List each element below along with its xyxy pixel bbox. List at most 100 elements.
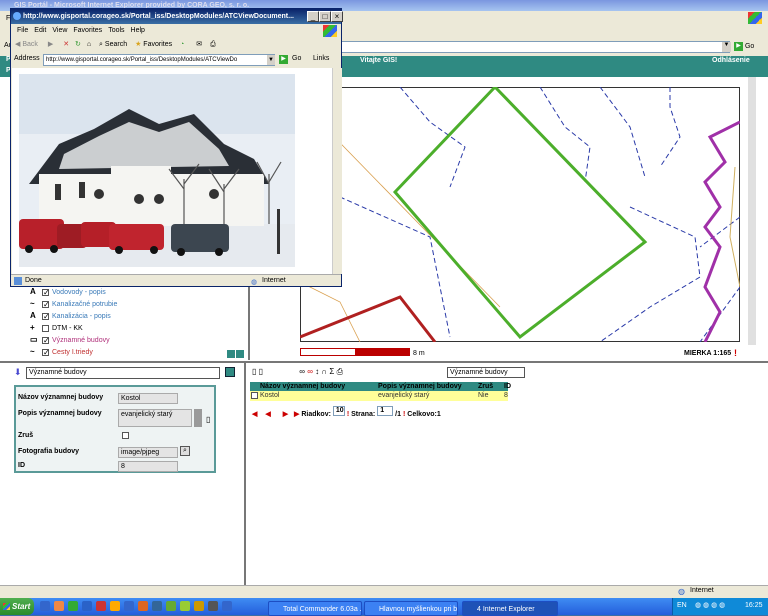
quick-launch-icon[interactable]	[138, 601, 148, 611]
layer-checkbox[interactable]	[42, 287, 50, 299]
popup-menu-file[interactable]: File	[17, 27, 28, 34]
pager-first-icon[interactable]: ◀	[252, 411, 257, 418]
quick-launch-icon[interactable]	[96, 601, 106, 611]
home-icon[interactable]: ⌂	[87, 41, 91, 48]
row-checkbox[interactable]	[251, 392, 258, 399]
layer-item[interactable]: A Kanalizácia - popis	[30, 310, 111, 323]
quick-launch-icon[interactable]	[40, 601, 50, 611]
attribute-save-icon[interactable]	[225, 367, 235, 377]
pager-next-icon[interactable]: ▶	[283, 411, 288, 418]
quick-launch-icon[interactable]	[152, 601, 162, 611]
sort-icon[interactable]: ↕	[315, 367, 319, 376]
table-row[interactable]: Kostol evanjelický starý Nie 8	[250, 391, 508, 401]
results-column-header[interactable]: Popis významnej budovy	[378, 382, 478, 391]
map-scrollbar[interactable]	[748, 77, 756, 345]
layer-tree-scroll-left[interactable]	[227, 350, 235, 358]
quick-launch-icon[interactable]	[222, 601, 232, 611]
popup-links-button[interactable]: Links	[313, 55, 329, 62]
attribute-value[interactable]: evanjelický starý	[118, 409, 192, 427]
stop-icon[interactable]: ✕	[63, 41, 69, 48]
new-doc-icon[interactable]: ▯	[252, 367, 256, 376]
results-column-header[interactable]: ID	[504, 382, 518, 391]
main-address-input[interactable]	[340, 41, 730, 53]
print-toolbar-icon[interactable]: ⎙	[210, 41, 216, 48]
back-button[interactable]: Back	[22, 41, 38, 48]
layer-item[interactable]: ▭ Významné budovy	[30, 334, 110, 347]
binoculars-red-icon[interactable]: ∞	[307, 367, 313, 376]
taskbar-total-commander[interactable]: Total Commander 6.03a ...	[268, 601, 362, 616]
layer-item[interactable]: + DTM - KK	[30, 322, 83, 334]
quick-launch-icon[interactable]	[166, 601, 176, 611]
results-column-header[interactable]: Názov významnej budovy	[260, 382, 378, 391]
popup-minimize-button[interactable]: _	[307, 11, 319, 22]
history-icon[interactable]: ◔	[180, 41, 184, 48]
main-go-button[interactable]: ▶ Go	[734, 41, 764, 53]
popup-menu-help[interactable]: Help	[131, 27, 145, 34]
pager: ◀ ◀ ▶ ▶ Riadkov: 10 ! Strana: 1 /1 ! Cel…	[252, 406, 441, 418]
description-scroll[interactable]	[194, 409, 202, 427]
results-column-header[interactable]: Zruš	[478, 382, 504, 391]
layer-checkbox[interactable]	[42, 299, 50, 311]
quick-launch-icon[interactable]	[124, 601, 134, 611]
attribute-value[interactable]: image/pjpeg	[118, 447, 178, 458]
pager-rows-input[interactable]: 10	[332, 406, 345, 416]
popup-go-icon[interactable]: ▶	[279, 55, 288, 64]
pager-last-icon[interactable]: ▶	[294, 411, 299, 418]
binoculars-icon[interactable]: ∞	[299, 367, 305, 376]
popup-menu-edit[interactable]: Edit	[34, 27, 46, 34]
logout-link[interactable]: Odhlásenie	[712, 57, 750, 64]
browse-file-icon[interactable]: ⌕	[180, 446, 190, 456]
search-icon[interactable]: ⌕	[99, 41, 103, 48]
quick-launch-icon[interactable]	[194, 601, 204, 611]
map-canvas[interactable]	[300, 87, 740, 342]
attribute-layer-select[interactable]: Významné budovy	[26, 367, 220, 379]
taskbar-internet-explorer[interactable]: 4 Internet Explorer	[462, 601, 558, 616]
popup-menu-favorites[interactable]: Favorites	[73, 27, 102, 34]
layer-tree-scroll-right[interactable]	[236, 350, 244, 358]
favorites-button[interactable]: Favorites	[143, 41, 172, 48]
attribute-value[interactable]: Kostol	[118, 393, 178, 404]
start-button[interactable]: Start	[0, 598, 34, 615]
attribute-value[interactable]: 8	[118, 461, 178, 472]
favorites-icon[interactable]: ★	[135, 41, 141, 48]
union-icon[interactable]: ∩	[321, 367, 327, 376]
quick-launch-icon[interactable]	[180, 601, 190, 611]
layer-item[interactable]: ~ Kanalizačné potrubie	[30, 298, 117, 311]
quick-launch-icon[interactable]	[82, 601, 92, 611]
layer-item[interactable]: A Vodovody - popis	[30, 286, 106, 299]
taskbar-word[interactable]: Hlavnou myšlienkou pri b...	[364, 601, 458, 616]
attribute-zrus-checkbox[interactable]	[122, 432, 129, 439]
mail-icon[interactable]: ✉	[196, 41, 202, 48]
quick-launch-icon[interactable]	[110, 601, 120, 611]
layer-checkbox[interactable]	[42, 324, 49, 332]
results-layer-select[interactable]: Významné budovy	[447, 367, 525, 378]
forward-icon[interactable]: ▶	[48, 41, 53, 48]
quick-launch-icon[interactable]	[208, 601, 218, 611]
multi-doc-icon[interactable]: ▯	[259, 367, 263, 376]
layer-checkbox[interactable]	[42, 311, 50, 323]
refresh-icon[interactable]: ↻	[75, 41, 81, 48]
popup-scrollbar[interactable]	[332, 68, 342, 274]
sum-icon[interactable]: Σ	[329, 367, 334, 376]
popup-close-button[interactable]: ×	[331, 11, 343, 22]
main-address-dropdown[interactable]: ▼	[722, 42, 731, 52]
popup-address-dropdown[interactable]: ▼	[267, 55, 275, 65]
description-doc-icon[interactable]: ▯	[206, 415, 210, 424]
popup-menu-tools[interactable]: Tools	[108, 27, 124, 34]
layer-item[interactable]: ~ Cesty I.triedy	[30, 346, 93, 359]
print-icon[interactable]: ⎙	[337, 367, 343, 376]
layer-checkbox[interactable]	[42, 335, 50, 347]
popup-address-input[interactable]: http://www.gisportal.corageo.sk/Portal_i…	[43, 54, 275, 66]
language-indicator[interactable]: EN	[677, 602, 687, 609]
quick-launch-icon[interactable]	[68, 601, 78, 611]
map-info-icon[interactable]: !	[734, 348, 737, 358]
pager-page-input[interactable]: 1	[377, 406, 394, 416]
popup-go-button[interactable]: Go	[292, 55, 301, 62]
pager-prev-icon[interactable]: ◀	[265, 411, 270, 418]
popup-menu-view[interactable]: View	[52, 27, 67, 34]
search-button[interactable]: Search	[105, 41, 127, 48]
back-icon[interactable]: ◀	[15, 41, 20, 48]
quick-launch-icon[interactable]	[54, 601, 64, 611]
popup-maximize-button[interactable]: □	[319, 11, 331, 22]
layer-checkbox[interactable]	[42, 347, 50, 359]
